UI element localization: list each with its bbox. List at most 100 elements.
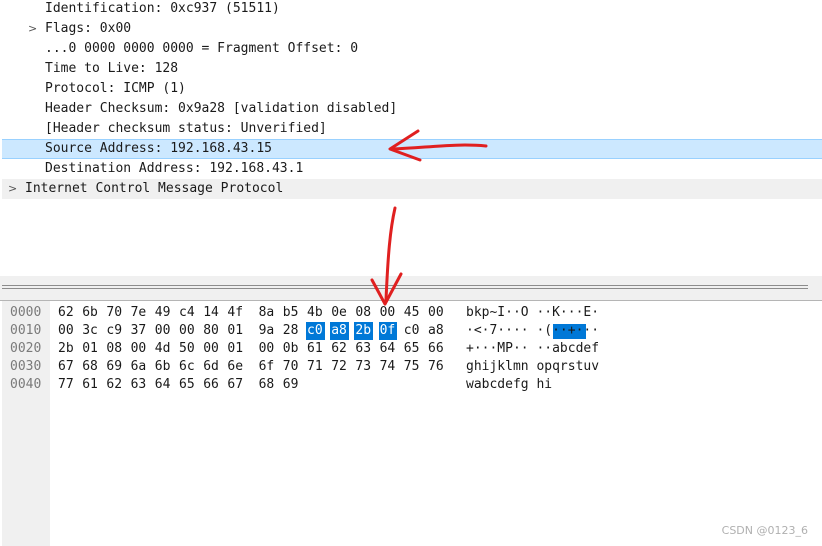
hex-byte[interactable]: 14: [203, 304, 219, 322]
hex-byte[interactable]: 08: [106, 340, 122, 358]
hex-byte[interactable]: 2b: [58, 340, 74, 358]
tree-item[interactable]: Destination Address: 192.168.43.1: [2, 159, 822, 179]
hex-offset: 0000: [10, 305, 42, 320]
tree-item[interactable]: Identification: 0xc937 (51511): [2, 0, 822, 19]
hex-byte[interactable]: 63: [355, 340, 371, 358]
hex-byte[interactable]: 50: [179, 340, 195, 358]
hex-byte[interactable]: 62: [58, 304, 74, 322]
hex-byte[interactable]: 6f: [259, 358, 275, 376]
tree-item-label: Protocol: ICMP (1): [45, 81, 186, 96]
hex-byte[interactable]: 00: [131, 340, 147, 358]
hex-byte[interactable]: 00: [179, 322, 195, 340]
hex-byte[interactable]: 7e: [131, 304, 147, 322]
hex-byte[interactable]: 0b: [283, 340, 299, 358]
tree-item-icmp[interactable]: > Internet Control Message Protocol: [2, 179, 822, 199]
hex-byte[interactable]: c0: [404, 322, 420, 340]
hex-byte[interactable]: 9a: [259, 322, 275, 340]
hex-byte[interactable]: c0: [306, 322, 325, 340]
hex-byte[interactable]: 6a: [131, 358, 147, 376]
hex-byte[interactable]: a8: [428, 322, 444, 340]
hex-byte[interactable]: 61: [82, 376, 98, 394]
hex-byte[interactable]: 6b: [82, 304, 98, 322]
hex-byte[interactable]: 80: [203, 322, 219, 340]
hex-byte[interactable]: 62: [106, 376, 122, 394]
packet-bytes-pane[interactable]: 0000 62 6b 70 7e 49 c4 14 4f 8a b5 4b 0e 08 00 45 00 bkp~…: [0, 300, 822, 546]
hex-byte[interactable]: 0e: [331, 304, 347, 322]
hex-byte[interactable]: 49: [155, 304, 171, 322]
hex-byte[interactable]: b5: [283, 304, 299, 322]
hex-byte[interactable]: 72: [331, 358, 347, 376]
hex-byte[interactable]: 74: [380, 358, 396, 376]
hex-byte[interactable]: 68: [82, 358, 98, 376]
hex-byte[interactable]: 66: [428, 340, 444, 358]
hex-byte[interactable]: 6e: [227, 358, 243, 376]
tree-item-label: ...0 0000 0000 0000 = Fragment Offset: 0: [45, 41, 359, 56]
hex-byte[interactable]: 65: [179, 376, 195, 394]
ascii-text[interactable]: ghijklmn opqrstuv: [466, 358, 599, 376]
tree-item[interactable]: Time to Live: 128: [2, 59, 822, 79]
hex-byte[interactable]: 63: [131, 376, 147, 394]
hex-byte[interactable]: 8a: [259, 304, 275, 322]
hex-byte[interactable]: 6c: [179, 358, 195, 376]
hex-byte[interactable]: 01: [227, 340, 243, 358]
hex-byte[interactable]: 6d: [203, 358, 219, 376]
tree-item[interactable]: [Header checksum status: Unverified]: [2, 119, 822, 139]
hex-byte[interactable]: 6b: [155, 358, 171, 376]
hex-byte[interactable]: 28: [283, 322, 299, 340]
hex-byte[interactable]: 3c: [82, 322, 98, 340]
expand-chevron-icon[interactable]: >: [8, 179, 17, 199]
hex-byte[interactable]: 67: [58, 358, 74, 376]
ascii-text[interactable]: wabcdefg hi: [466, 376, 552, 394]
hex-byte[interactable]: 64: [380, 340, 396, 358]
hex-byte[interactable]: 45: [404, 304, 420, 322]
hex-byte[interactable]: 4b: [307, 304, 323, 322]
hex-byte[interactable]: 71: [307, 358, 323, 376]
hex-byte[interactable]: 62: [331, 340, 347, 358]
tree-item[interactable]: > Flags: 0x00: [2, 19, 822, 39]
hex-byte[interactable]: 2b: [354, 322, 374, 340]
hex-byte[interactable]: 00: [155, 322, 171, 340]
hex-byte[interactable]: 01: [82, 340, 98, 358]
ascii-text[interactable]: ·<·7···· ·(··+···: [466, 322, 599, 340]
hex-byte[interactable]: 66: [203, 376, 219, 394]
hex-byte[interactable]: 00: [380, 304, 396, 322]
hex-byte[interactable]: 4f: [227, 304, 243, 322]
hex-byte[interactable]: 70: [106, 304, 122, 322]
hex-byte[interactable]: 68: [259, 376, 275, 394]
hex-byte[interactable]: 37: [131, 322, 147, 340]
hex-byte[interactable]: 4d: [155, 340, 171, 358]
tree-item[interactable]: Source Address: 192.168.43.15: [2, 139, 822, 159]
pane-splitter[interactable]: [0, 276, 822, 300]
hex-byte[interactable]: 77: [58, 376, 74, 394]
hex-byte[interactable]: 70: [283, 358, 299, 376]
hex-byte[interactable]: c4: [179, 304, 195, 322]
hex-byte[interactable]: 00: [203, 340, 219, 358]
hex-byte[interactable]: 64: [155, 376, 171, 394]
hex-byte[interactable]: 61: [307, 340, 323, 358]
hex-byte[interactable]: 75: [404, 358, 420, 376]
hex-byte[interactable]: c9: [106, 322, 122, 340]
tree-item[interactable]: ...0 0000 0000 0000 = Fragment Offset: 0: [2, 39, 822, 59]
tree-item-label: Destination Address: 192.168.43.1: [45, 161, 304, 176]
ascii-text[interactable]: +···MP·· ··abcdef: [466, 340, 599, 358]
hex-offset: 0030: [10, 359, 42, 374]
tree-item[interactable]: Header Checksum: 0x9a28 [validation disa…: [2, 99, 822, 119]
packet-details-pane[interactable]: Identification: 0xc937 (51511) > Flags: 0x…: [0, 0, 822, 276]
hex-byte[interactable]: 65: [404, 340, 420, 358]
hex-offset: 0010: [10, 323, 42, 338]
hex-byte[interactable]: 0f: [378, 322, 398, 340]
hex-byte[interactable]: 76: [428, 358, 444, 376]
hex-byte[interactable]: 00: [58, 322, 74, 340]
hex-byte[interactable]: 08: [355, 304, 371, 322]
ascii-text[interactable]: bkp~I··O ··K···E·: [466, 304, 599, 322]
hex-byte[interactable]: 00: [428, 304, 444, 322]
hex-byte[interactable]: 73: [355, 358, 371, 376]
tree-item[interactable]: Protocol: ICMP (1): [2, 79, 822, 99]
hex-byte[interactable]: a8: [330, 322, 349, 340]
hex-byte[interactable]: 01: [227, 322, 243, 340]
hex-byte[interactable]: 67: [227, 376, 243, 394]
hex-byte[interactable]: 69: [283, 376, 299, 394]
expand-chevron-icon[interactable]: >: [28, 19, 37, 39]
hex-byte[interactable]: 00: [259, 340, 275, 358]
hex-byte[interactable]: 69: [106, 358, 122, 376]
